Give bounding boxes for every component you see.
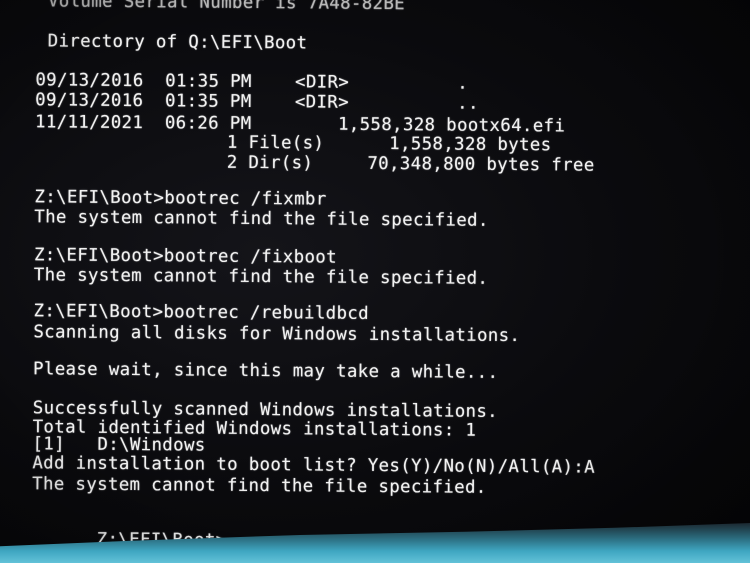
scanning-message: Scanning all disks for Windows installat…: [33, 322, 521, 347]
dir-entry-parent: 09/13/2016 01:35 PM <DIR> ..: [35, 90, 479, 114]
command-fixmbr: Z:\EFI\Boot>bootrec /fixmbr: [34, 187, 327, 210]
command-prompt-output: Volume Serial Number is 7A48-82BE Direct…: [0, 0, 750, 563]
error-fixboot: The system cannot find the file specifie…: [33, 265, 489, 289]
error-fixmbr: The system cannot find the file specifie…: [34, 207, 489, 231]
directory-of-line: Directory of Q:\EFI\Boot: [47, 31, 308, 54]
dir-count-summary: 2 Dir(s) 70,348,800 bytes free: [226, 152, 595, 176]
file-count-summary: 1 File(s) 1,558,328 bytes: [226, 132, 552, 156]
command-fixboot: Z:\EFI\Boot>bootrec /fixboot: [33, 245, 338, 268]
please-wait-message: Please wait, since this may take a while…: [33, 359, 499, 383]
error-rebuildbcd: The system cannot find the file specifie…: [32, 474, 487, 498]
volume-serial-line: Volume Serial Number is 7A48-82BE: [47, 0, 406, 15]
command-rebuildbcd: Z:\EFI\Boot>bootrec /rebuildbcd: [33, 301, 370, 324]
installation-entry: [1] D:\Windows: [32, 434, 206, 456]
photo-of-monitor: Volume Serial Number is 7A48-82BE Direct…: [0, 0, 750, 563]
